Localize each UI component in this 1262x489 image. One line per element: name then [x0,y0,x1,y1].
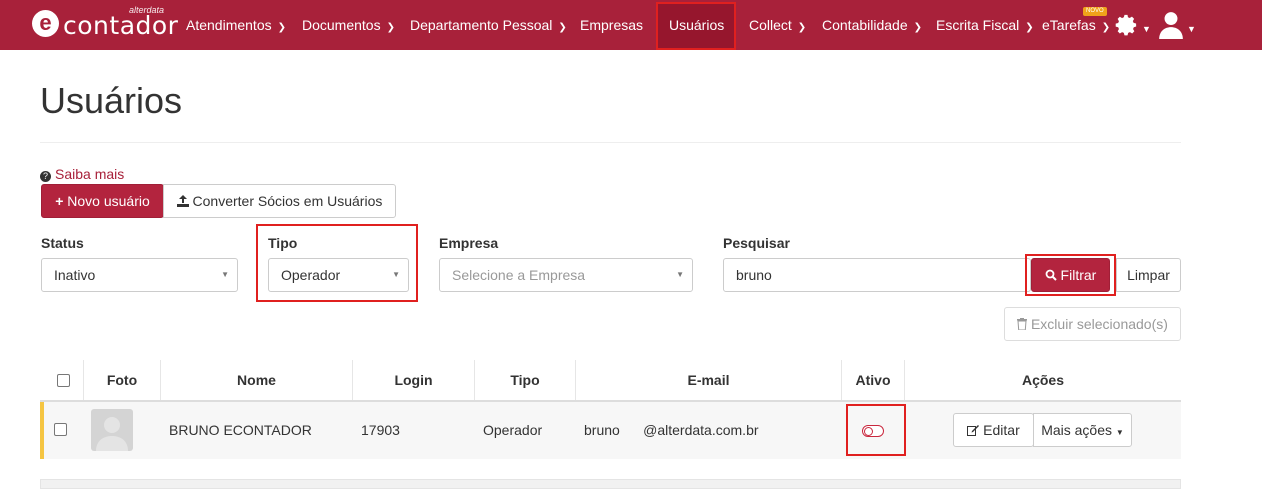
status-select[interactable]: Inativo ▼ [41,258,238,292]
help-link-text: Saiba mais [55,166,125,182]
nav-label: Escrita Fiscal [936,17,1020,33]
chevron-down-icon: ❯ [1025,22,1034,33]
convert-partners-button[interactable]: Converter Sócios em Usuários [163,184,396,218]
status-label: Status [41,235,84,251]
header-login: Login [394,372,433,388]
nav-label: Contabilidade [822,17,908,33]
avatar [91,409,133,451]
divider [40,142,1181,143]
econtador-logo[interactable]: e contador alterdata [32,5,178,42]
cell-tipo: Operador [483,422,543,438]
empresa-select[interactable]: Selecione a Empresa ▼ [439,258,693,292]
question-circle-icon: ? [40,171,51,182]
plus-icon: + [55,193,64,209]
status-value: Inativo [54,267,96,283]
upload-icon [176,195,189,207]
chevron-down-icon: ❯ [386,22,395,33]
nav-label: Usuários [669,17,725,33]
user-placeholder-icon [96,417,128,451]
chevron-down-icon: ❯ [797,22,807,33]
chevron-down-icon: ❯ [277,22,286,33]
pagination-bar [40,479,1181,489]
delete-selected-button[interactable]: Excluir selecionado(s) [1004,307,1181,341]
nav-label: Empresas [580,17,644,33]
header-acoes: Ações [1021,372,1065,388]
search-icon [1045,269,1057,281]
logo-subtext: alterdata [129,5,165,15]
nav-item-atendimentos[interactable]: Atendimentos ❯ [186,0,286,50]
tipo-select[interactable]: Operador ▼ [268,258,409,292]
nav-label: Documentos [302,17,381,33]
tipo-label: Tipo [268,235,298,251]
chevron-down-icon: ❯ [913,22,923,33]
header-email: E-mail [687,372,730,388]
nav-item-empresas[interactable]: Empresas [580,0,643,50]
search-input[interactable]: bruno [723,258,1031,292]
trash-icon [1017,318,1028,331]
nav-label: Departamento Pessoal [410,17,553,33]
help-link[interactable]: ? Saiba mais [40,166,124,182]
header-ativo: Ativo [855,372,891,388]
search-value: bruno [736,267,772,283]
cell-nome: BRUNO ECONTADOR [169,422,312,438]
logo-text: contador [63,11,179,40]
more-actions-button[interactable]: Mais ações ▼ [1033,413,1132,447]
top-navbar: e contador alterdata Atendimentos ❯ Docum… [0,0,1262,50]
nav-label: Atendimentos [186,17,272,33]
chevron-down-icon: ▼ [1142,24,1151,34]
delete-selected-label: Excluir selecionado(s) [1030,316,1168,332]
chevron-down-icon: ❯ [558,22,567,33]
nav-item-collect[interactable]: Collect ❯ [749,0,806,50]
new-badge: NOVO [1083,7,1107,16]
ativo-toggle[interactable] [862,425,884,437]
nav-item-departamento-pessoal[interactable]: Departamento Pessoal ❯ [410,0,567,50]
convert-button-label: Converter Sócios em Usuários [192,193,383,209]
header-nome: Nome [237,372,276,388]
header-foto: Foto [106,372,138,388]
dropdown-arrow-icon: ▼ [676,270,684,279]
nav-item-contabilidade[interactable]: Contabilidade ❯ [822,0,922,50]
select-all-checkbox[interactable] [57,374,70,387]
nav-item-usuarios[interactable]: Usuários [669,0,724,50]
dropdown-arrow-icon: ▼ [392,270,400,279]
chevron-down-icon: ▼ [1187,24,1196,34]
cell-email: bruno @alterdata.com.br [584,422,759,438]
cell-login: 17903 [361,422,400,438]
header-tipo: Tipo [510,372,540,388]
filter-button[interactable]: Filtrar [1031,258,1110,292]
tipo-value: Operador [281,267,341,283]
empresa-label: Empresa [439,235,499,251]
dropdown-arrow-icon: ▼ [221,270,229,279]
edit-button[interactable]: Editar [953,413,1034,447]
more-actions-label: Mais ações [1041,422,1112,438]
nav-item-documentos[interactable]: Documentos ❯ [302,0,395,50]
search-label: Pesquisar [723,235,790,251]
logo-mark: e [32,10,59,37]
nav-label: eTarefas [1042,17,1096,33]
user-icon[interactable] [1158,11,1184,39]
clear-button-label: Limpar [1127,267,1170,283]
row-checkbox[interactable] [54,423,67,436]
new-user-button[interactable]: + Novo usuário [41,184,164,218]
nav-label: Collect [749,17,792,33]
new-user-button-label: Novo usuário [67,193,150,209]
gear-icon[interactable] [1113,12,1139,38]
caret-down-icon: ▼ [1115,428,1124,437]
edit-button-label: Editar [983,422,1020,438]
empresa-placeholder: Selecione a Empresa [452,267,586,283]
nav-item-escrita-fiscal[interactable]: Escrita Fiscal ❯ [936,0,1034,50]
clear-button[interactable]: Limpar [1116,258,1181,292]
filter-button-label: Filtrar [1060,267,1097,283]
edit-icon [967,425,980,436]
chevron-down-icon: ❯ [1101,22,1111,33]
page-title: Usuários [40,80,183,121]
